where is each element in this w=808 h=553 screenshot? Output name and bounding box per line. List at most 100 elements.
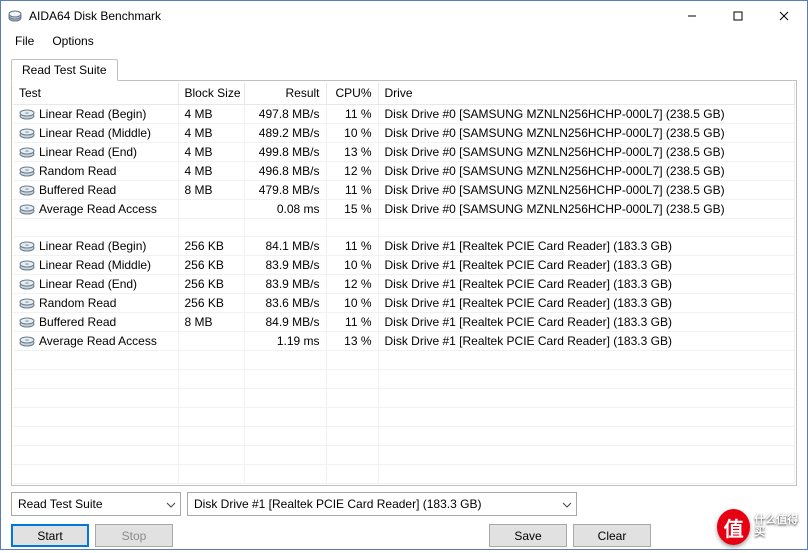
drive-cell: Disk Drive #0 [SAMSUNG MZNLN256HCHP-000L… [378,143,795,162]
disk-icon [19,316,35,328]
table-row[interactable]: Random Read 256 KB83.6 MB/s10 %Disk Drive… [13,294,795,313]
test-name: Buffered Read [39,315,116,329]
menubar: File Options [1,31,807,51]
result-cell: 83.9 MB/s [244,256,326,275]
block-size-cell: 256 KB [178,294,244,313]
menu-options[interactable]: Options [44,32,101,50]
test-name: Average Read Access [39,334,157,348]
test-name: Random Read [39,296,116,310]
drive-cell: Disk Drive #0 [SAMSUNG MZNLN256HCHP-000L… [378,200,795,219]
disk-icon [19,127,35,139]
result-cell: 84.9 MB/s [244,313,326,332]
cpu-cell: 10 % [326,124,378,143]
disk-icon [19,240,35,252]
block-size-cell: 8 MB [178,181,244,200]
maximize-button[interactable] [715,1,761,31]
block-size-cell: 4 MB [178,162,244,181]
cpu-cell: 11 % [326,237,378,256]
test-name: Linear Read (End) [39,277,137,291]
chevron-down-icon [562,497,572,511]
cpu-cell: 13 % [326,143,378,162]
cpu-cell: 10 % [326,294,378,313]
table-row[interactable]: Linear Read (End)256 KB83.9 MB/s12 %Disk… [13,275,795,294]
save-button[interactable]: Save [489,524,567,547]
table-row [13,389,795,408]
drive-select-value: Disk Drive #1 [Realtek PCIE Card Reader]… [194,497,481,511]
drive-cell: Disk Drive #0 [SAMSUNG MZNLN256HCHP-000L… [378,105,795,124]
col-header-drive[interactable]: Drive [378,82,795,105]
result-cell: 84.1 MB/s [244,237,326,256]
cpu-cell: 10 % [326,256,378,275]
cpu-cell: 12 % [326,162,378,181]
disk-icon [19,203,35,215]
drive-cell: Disk Drive #0 [SAMSUNG MZNLN256HCHP-000L… [378,124,795,143]
drive-select[interactable]: Disk Drive #1 [Realtek PCIE Card Reader]… [187,492,577,516]
drive-cell: Disk Drive #1 [Realtek PCIE Card Reader]… [378,332,795,351]
test-name: Buffered Read [39,183,116,197]
disk-icon [19,146,35,158]
result-cell: 497.8 MB/s [244,105,326,124]
cpu-cell: 12 % [326,275,378,294]
cpu-cell: 11 % [326,313,378,332]
test-suite-select[interactable]: Read Test Suite [11,492,181,516]
table-row[interactable]: Buffered Read8 MB479.8 MB/s11 %Disk Driv… [13,181,795,200]
test-name: Linear Read (End) [39,145,137,159]
block-size-cell: 256 KB [178,237,244,256]
table-row [13,408,795,427]
result-cell: 0.08 ms [244,200,326,219]
col-header-cpu[interactable]: CPU% [326,82,378,105]
disk-icon [19,165,35,177]
test-name: Average Read Access [39,202,157,216]
disk-icon [19,297,35,309]
test-name: Linear Read (Middle) [39,258,151,272]
table-row[interactable]: Average Read Access 0.08 ms15 %Disk Drive… [13,200,795,219]
drive-cell: Disk Drive #1 [Realtek PCIE Card Reader]… [378,294,795,313]
table-row[interactable]: Linear Read (Middle)4 MB489.2 MB/s10 %Di… [13,124,795,143]
block-size-cell: 4 MB [178,143,244,162]
table-row[interactable]: Linear Read (Middle)256 KB83.9 MB/s10 %D… [13,256,795,275]
menu-file[interactable]: File [7,32,42,50]
table-row[interactable]: Buffered Read8 MB84.9 MB/s11 %Disk Drive… [13,313,795,332]
table-row [13,351,795,370]
table-row [13,427,795,446]
table-row [13,370,795,389]
table-row[interactable]: Linear Read (Begin)256 KB84.1 MB/s11 %Di… [13,237,795,256]
table-row[interactable] [13,219,795,237]
clear-button[interactable]: Clear [573,524,651,547]
test-name: Linear Read (Begin) [39,107,146,121]
result-cell: 479.8 MB/s [244,181,326,200]
results-panel: Test Block Size Result CPU% Drive Linear… [11,80,797,486]
disk-icon [19,184,35,196]
result-cell: 496.8 MB/s [244,162,326,181]
window-title: AIDA64 Disk Benchmark [29,9,669,23]
minimize-button[interactable] [669,1,715,31]
table-row [13,465,795,484]
result-cell: 83.9 MB/s [244,275,326,294]
start-button[interactable]: Start [11,524,89,547]
table-row[interactable]: Linear Read (Begin)4 MB497.8 MB/s11 %Dis… [13,105,795,124]
test-name: Linear Read (Middle) [39,126,151,140]
block-size-cell [178,200,244,219]
table-row[interactable]: Random Read 4 MB496.8 MB/s12 %Disk Drive … [13,162,795,181]
col-header-result[interactable]: Result [244,82,326,105]
cpu-cell: 15 % [326,200,378,219]
col-header-test[interactable]: Test [13,82,178,105]
table-row[interactable]: Average Read Access1.19 ms13 %Disk Drive… [13,332,795,351]
block-size-cell: 8 MB [178,313,244,332]
disk-icon [19,108,35,120]
test-suite-value: Read Test Suite [18,497,103,511]
drive-cell: Disk Drive #0 [SAMSUNG MZNLN256HCHP-000L… [378,162,795,181]
result-cell: 83.6 MB/s [244,294,326,313]
app-icon [7,8,23,24]
col-header-block-size[interactable]: Block Size [178,82,244,105]
drive-cell: Disk Drive #1 [Realtek PCIE Card Reader]… [378,275,795,294]
block-size-cell: 4 MB [178,105,244,124]
result-cell: 489.2 MB/s [244,124,326,143]
table-row[interactable]: Linear Read (End)4 MB499.8 MB/s13 %Disk … [13,143,795,162]
test-name: Linear Read (Begin) [39,239,146,253]
test-name: Random Read [39,164,116,178]
close-button[interactable] [761,1,807,31]
tab-read-test-suite[interactable]: Read Test Suite [11,59,118,81]
result-cell: 1.19 ms [244,332,326,351]
disk-icon [19,335,35,347]
